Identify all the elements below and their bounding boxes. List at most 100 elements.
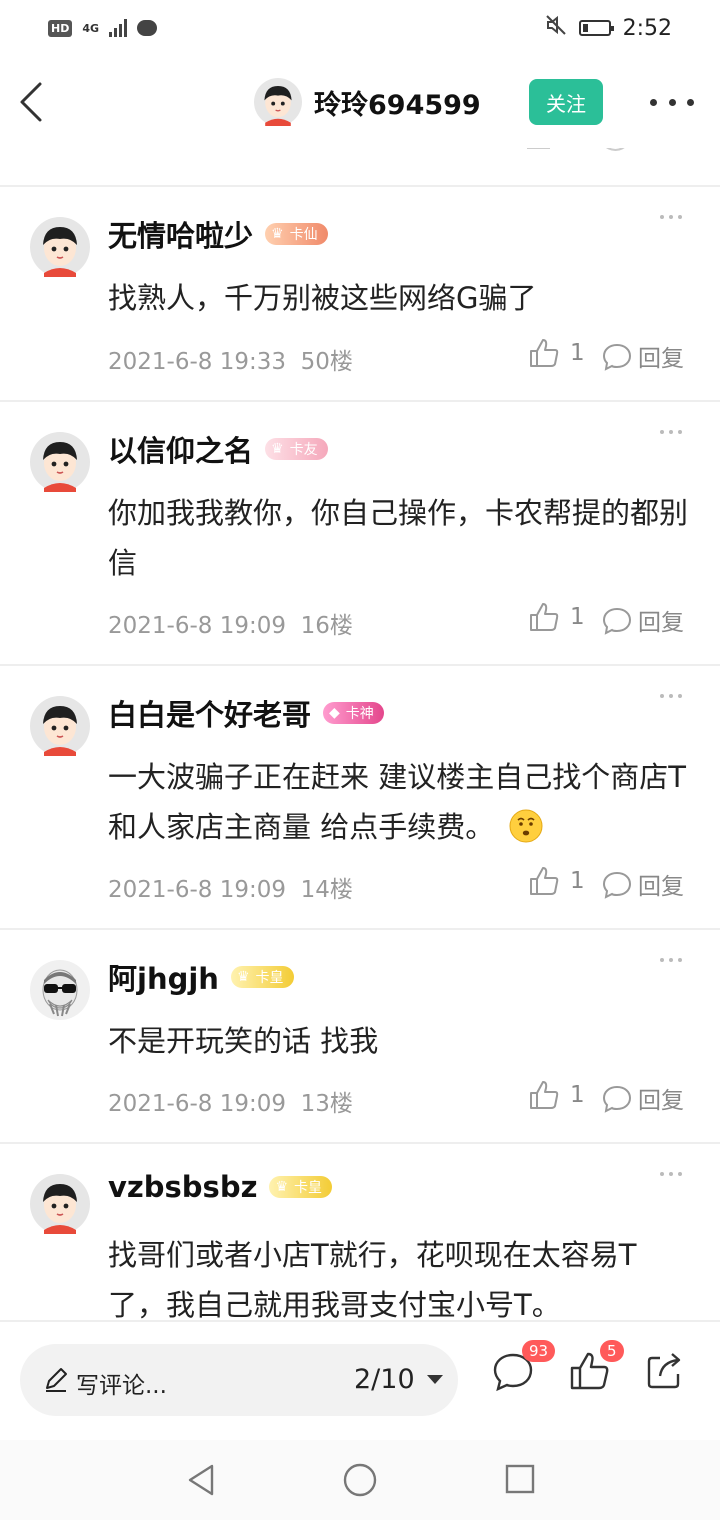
bottom-bar: 写评论... 2/10 93 5: [0, 1320, 720, 1440]
comment-options-button[interactable]: [660, 1172, 682, 1176]
comment-date: 2021-6-8 19:09: [108, 613, 286, 639]
status-time: 2:52: [622, 15, 672, 41]
like-button[interactable]: 1: [528, 1079, 585, 1111]
comment-floor: 13楼: [300, 1091, 353, 1117]
comment-date: 2021-6-8 19:33: [108, 349, 286, 375]
comment-text: 一大波骗子正在赶来 建议楼主自己找个商店T 和人家店主商量 给点手续费。: [108, 760, 686, 844]
avatar[interactable]: [30, 696, 90, 756]
like-button[interactable]: 1: [528, 337, 585, 369]
battery-icon: [578, 20, 614, 36]
comment-meta: 2021-6-8 19:09 13楼: [108, 1084, 353, 1118]
comment-options-button[interactable]: [660, 958, 682, 962]
comment-item: 阿jhgjh ♛ 卡皇 不是开玩笑的话 找我 2021-6-8 19:09 13楼…: [0, 928, 720, 1142]
like-count-badge: 5: [600, 1340, 624, 1362]
reply-button[interactable]: 回复: [602, 603, 684, 637]
diamond-icon: ◆: [329, 705, 340, 721]
crown-icon: ♛: [275, 1179, 289, 1195]
nav-recents-icon[interactable]: [504, 1462, 536, 1498]
mute-icon: [545, 14, 567, 42]
comment-input[interactable]: 写评论... 2/10: [20, 1344, 458, 1416]
hd-icon: HD: [48, 19, 73, 37]
comment-meta: 2021-6-8 19:33 50楼: [108, 342, 353, 376]
comments-button[interactable]: 93: [492, 1340, 556, 1396]
like-post-button[interactable]: 5: [568, 1340, 624, 1396]
level-badge: ♛ 卡皇: [269, 1176, 333, 1198]
comment-text: 找熟人，千万别被这些网络G骗了: [108, 281, 537, 315]
header-user[interactable]: 玲玲694599: [254, 78, 481, 126]
username[interactable]: vzbsbsbz ♛ 卡皇: [108, 1170, 333, 1204]
like-count: 1: [570, 604, 585, 630]
page-indicator-text: 2/10: [354, 1364, 415, 1395]
reply-button[interactable]: 回复: [602, 1081, 684, 1115]
comment-item: vzbsbsbz ♛ 卡皇 找哥们或者小店T就行，花呗现在太容易T了，我自己就用我…: [0, 1142, 720, 1322]
level-badge: ♛ 卡友: [265, 438, 328, 460]
caret-down-icon: [426, 1375, 443, 1384]
comment-item: 白白是个好老哥 ◆ 卡神 一大波骗子正在赶来 建议楼主自己找个商店T 和人家店主商…: [0, 664, 720, 928]
more-horizontal-icon: [660, 1172, 664, 1176]
username[interactable]: 以信仰之名 ♛ 卡友: [108, 428, 328, 470]
like-count: 1: [570, 1082, 585, 1108]
thumbs-up-icon: [530, 603, 559, 631]
more-horizontal-icon: [650, 98, 657, 106]
back-button[interactable]: [14, 80, 54, 124]
username[interactable]: 白白是个好老哥 ◆ 卡神: [108, 692, 384, 734]
crown-icon: ♛: [236, 969, 250, 985]
crown-icon: ♛: [271, 441, 284, 457]
comment-text: 不是开玩笑的话 找我: [108, 1024, 379, 1058]
level-badge: ◆ 卡神: [323, 702, 384, 724]
reply-label: 回复: [638, 874, 684, 900]
comment-meta: 2021-6-8 19:09 14楼: [108, 870, 353, 904]
comment-placeholder: 写评论...: [76, 1373, 167, 1399]
status-bar-left: HD 4G: [48, 19, 158, 37]
more-horizontal-icon: [660, 430, 664, 434]
like-count: 1: [570, 868, 585, 894]
follow-button[interactable]: 关注: [529, 79, 603, 125]
comment-meta: 2021-6-8 19:09 16楼: [108, 606, 353, 640]
share-icon: [647, 1353, 681, 1389]
pen-icon: [46, 1368, 67, 1392]
reply-button[interactable]: 回复: [602, 867, 684, 901]
reply-label: 回复: [638, 1088, 684, 1114]
comment-options-button[interactable]: [660, 215, 682, 219]
comment-date: 2021-6-8 19:09: [108, 1091, 286, 1117]
page-selector[interactable]: 2/10: [354, 1364, 443, 1395]
nav-home-icon[interactable]: [342, 1462, 378, 1498]
status-bar: HD 4G 2:52: [0, 0, 720, 56]
more-horizontal-icon: [660, 694, 664, 698]
thumbs-up-icon: [530, 867, 559, 895]
avatar[interactable]: [30, 217, 90, 277]
network-type: 4G: [82, 21, 100, 35]
comment-floor: 50楼: [300, 349, 353, 375]
avatar[interactable]: [30, 1174, 90, 1234]
comment-options-button[interactable]: [660, 694, 682, 698]
username[interactable]: 无情哈啦少 ♛ 卡仙: [108, 213, 328, 255]
reply-button[interactable]: 回复: [602, 339, 684, 373]
comment-options-button[interactable]: [660, 430, 682, 434]
chat-bubble-icon: [602, 607, 632, 635]
comment-text: 找哥们或者小店T就行，花呗现在太容易T了，我自己就用我哥支付宝小号T。: [108, 1238, 637, 1322]
reply-label: 回复: [638, 610, 684, 636]
more-horizontal-icon: [660, 958, 664, 962]
chat-bubble-icon: [602, 1085, 632, 1113]
avatar[interactable]: [30, 432, 90, 492]
avatar[interactable]: [30, 960, 90, 1020]
page-title: 玲玲694599: [314, 89, 481, 121]
comment-date: 2021-6-8 19:09: [108, 877, 286, 903]
comment-floor: 16楼: [300, 613, 353, 639]
like-button[interactable]: 1: [528, 601, 585, 633]
status-bar-right: 2:52: [545, 14, 672, 42]
comment-floor: 14楼: [300, 877, 353, 903]
share-button[interactable]: [644, 1350, 690, 1396]
level-badge: ♛ 卡仙: [265, 223, 328, 245]
comment-list: 无情哈啦少 ♛ 卡仙 找熟人，千万别被这些网络G骗了 2021-6-8 19:33…: [0, 185, 720, 1322]
more-button[interactable]: [650, 86, 694, 118]
message-notification-icon: [137, 20, 158, 36]
nav-back-icon[interactable]: [184, 1462, 218, 1498]
like-button[interactable]: 1: [528, 865, 585, 897]
thumbs-up-icon: [530, 339, 559, 367]
comment-count-badge: 93: [522, 1340, 556, 1362]
top-bar: 玲玲694599 关注: [0, 56, 720, 148]
username[interactable]: 阿jhgjh ♛ 卡皇: [108, 956, 294, 998]
reply-label: 回复: [638, 346, 684, 372]
thumbs-up-icon: [530, 1081, 559, 1109]
